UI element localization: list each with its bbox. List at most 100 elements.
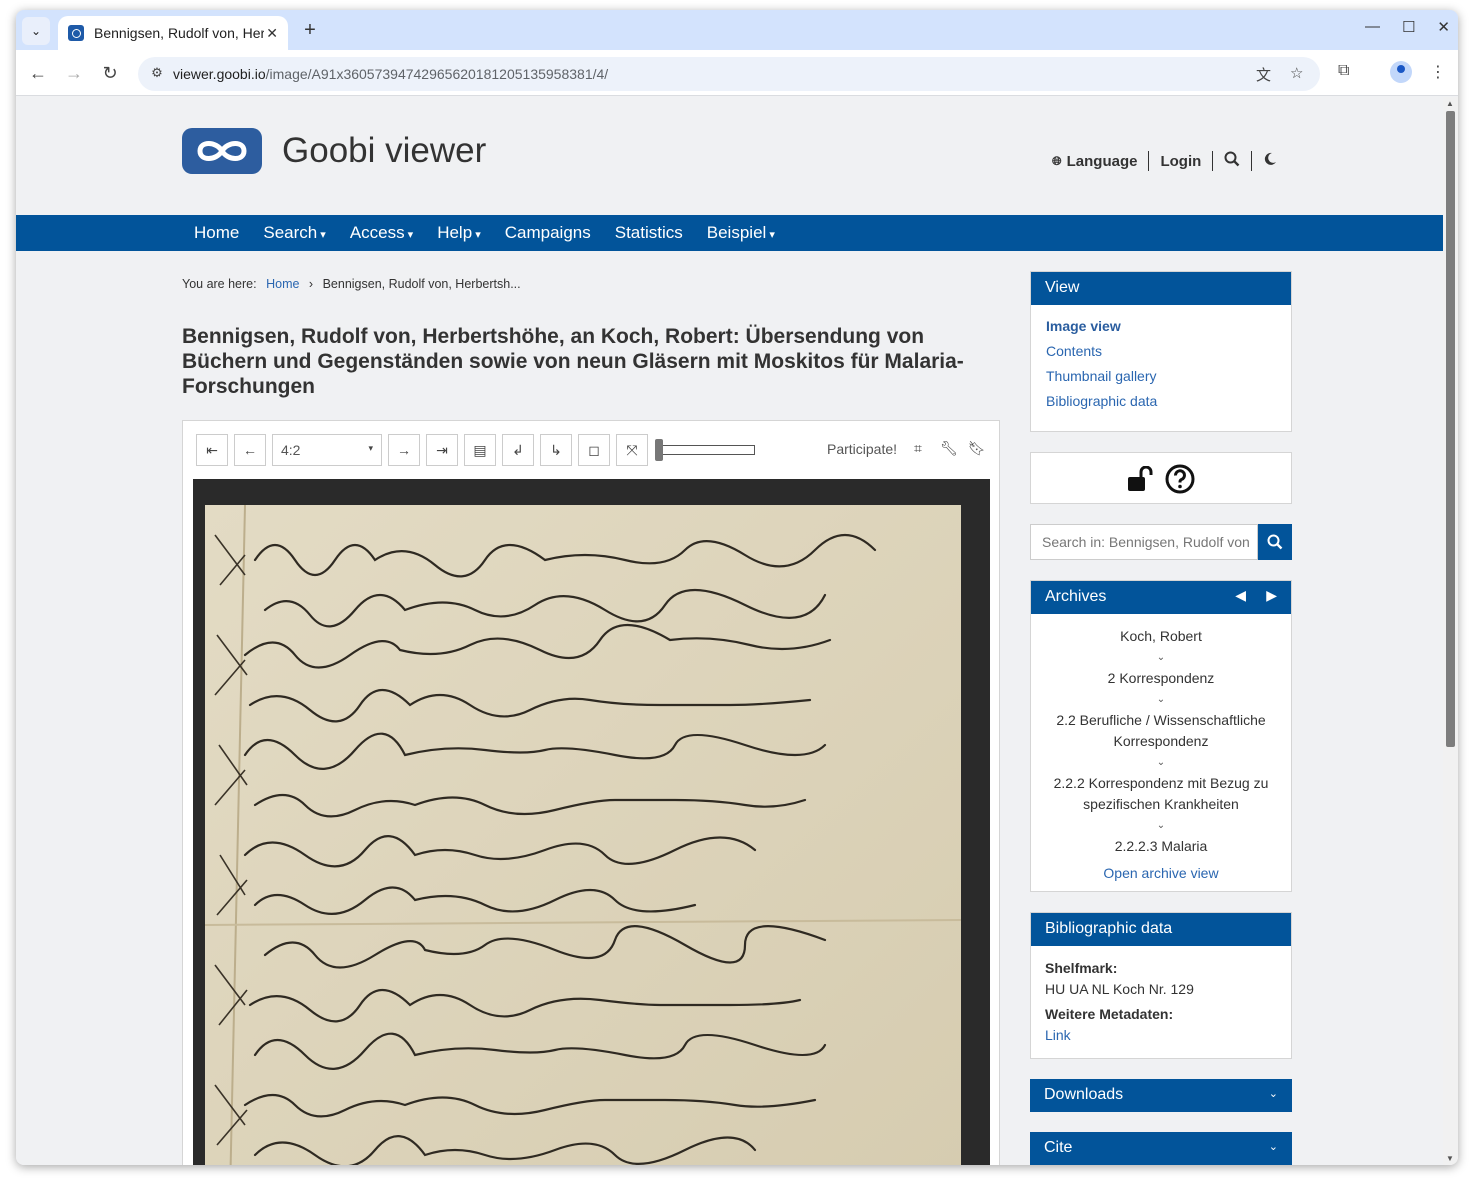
forward-icon[interactable]: → bbox=[62, 61, 86, 85]
chevron-down-icon: ⌄ bbox=[1268, 1141, 1278, 1153]
participate-link[interactable]: Participate! bbox=[827, 441, 897, 457]
browser-toolbar: ← → ↻ ⚙ viewer.goobi.io/image/A91x360573… bbox=[16, 50, 1458, 96]
downloads-header[interactable]: Downloads ⌄ bbox=[1030, 1079, 1292, 1112]
archive-node[interactable]: Koch, Robert bbox=[1041, 626, 1281, 647]
browser-window: ⌄ Bennigsen, Rudolf von, Herbertshöhe, a… bbox=[16, 10, 1458, 1165]
bibliographic-body: Shelfmark: HU UA NL Koch Nr. 129 Weitere… bbox=[1031, 946, 1291, 1058]
breadcrumb-home-link[interactable]: Home bbox=[266, 277, 299, 291]
language-link[interactable]: Language bbox=[1067, 153, 1138, 170]
nav-campaigns[interactable]: Campaigns bbox=[505, 223, 591, 243]
scroll-up-icon[interactable]: ▲ bbox=[1446, 99, 1454, 108]
cite-widget[interactable]: Cite ⌄ bbox=[1030, 1132, 1292, 1165]
downloads-widget[interactable]: Downloads ⌄ bbox=[1030, 1079, 1292, 1112]
bibliographic-widget-title: Bibliographic data bbox=[1031, 913, 1291, 946]
scrollbar-thumb[interactable] bbox=[1446, 111, 1455, 747]
chevron-down-icon: ⌄ bbox=[1156, 820, 1166, 831]
nav-statistics[interactable]: Statistics bbox=[615, 223, 683, 243]
archive-node[interactable]: 2.2.2.3 Malaria bbox=[1041, 836, 1281, 857]
breadcrumb: You are here: Home › Bennigsen, Rudolf v… bbox=[182, 277, 527, 291]
back-icon[interactable]: ← bbox=[26, 61, 50, 85]
search-submit-button[interactable] bbox=[1258, 524, 1292, 560]
archive-node[interactable]: 2.2.2 Korrespondenz mit Bezug zu spezifi… bbox=[1041, 773, 1281, 815]
page-scan-image[interactable] bbox=[193, 479, 990, 1165]
extensions-icon[interactable]: ⧉ bbox=[1338, 62, 1349, 80]
nav-help[interactable]: Help bbox=[437, 223, 481, 243]
url-text[interactable]: viewer.goobi.io/image/A91x36057394742965… bbox=[173, 66, 608, 82]
nav-search[interactable]: Search bbox=[263, 223, 325, 243]
site-logo-text[interactable]: Goobi viewer bbox=[282, 131, 486, 171]
first-page-icon[interactable]: ⇤ bbox=[196, 434, 228, 466]
search-in-document-input[interactable]: Search in: Bennigsen, Rudolf von bbox=[1030, 524, 1258, 560]
crop-icon[interactable]: ⌗ bbox=[914, 440, 922, 457]
breadcrumb-separator: › bbox=[308, 277, 314, 291]
archives-widget-header: Archives ◀ ▶ bbox=[1031, 581, 1291, 614]
zoom-slider-handle[interactable] bbox=[655, 439, 663, 461]
window-controls: — ☐ ✕ bbox=[1365, 18, 1450, 36]
search-icon[interactable] bbox=[1224, 151, 1240, 171]
maximize-button[interactable]: ☐ bbox=[1402, 18, 1415, 36]
scroll-down-icon[interactable]: ▼ bbox=[1446, 1154, 1454, 1163]
nav-beispiel[interactable]: Beispiel bbox=[707, 223, 775, 243]
site-info-icon[interactable]: ⚙ bbox=[148, 65, 166, 83]
close-window-button[interactable]: ✕ bbox=[1437, 18, 1450, 36]
page-select[interactable]: 4:2 bbox=[272, 434, 382, 466]
divider bbox=[1251, 151, 1253, 171]
new-tab-button[interactable]: + bbox=[298, 19, 322, 42]
previous-archive-icon[interactable]: ◀ bbox=[1235, 587, 1246, 604]
view-widget: View Image view Contents Thumbnail galle… bbox=[1030, 271, 1292, 432]
wrench-icon[interactable]: 🔧︎ bbox=[940, 440, 958, 457]
tab-search-button[interactable]: ⌄ bbox=[22, 17, 50, 45]
cite-title: Cite bbox=[1044, 1139, 1073, 1156]
header-links: 🌐︎ Language Login bbox=[1052, 151, 1277, 171]
reset-view-icon[interactable]: ◻ bbox=[578, 434, 610, 466]
archive-node[interactable]: 2 Korrespondenz bbox=[1041, 668, 1281, 689]
archive-hierarchy: Koch, Robert ⌄ 2 Korrespondenz ⌄ 2.2 Ber… bbox=[1031, 614, 1291, 894]
question-mark-icon[interactable] bbox=[1165, 464, 1195, 494]
rotate-right-icon[interactable]: ↳ bbox=[540, 434, 572, 466]
bibliographic-data-link[interactable]: Bibliographic data bbox=[1046, 393, 1276, 409]
fullscreen-icon[interactable]: ⤧ bbox=[616, 434, 648, 466]
divider bbox=[1212, 151, 1214, 171]
cite-header[interactable]: Cite ⌄ bbox=[1030, 1132, 1292, 1165]
address-bar[interactable]: ⚙ viewer.goobi.io/image/A91x360573947429… bbox=[138, 57, 1320, 91]
bookmark-icon[interactable]: 🔖︎ bbox=[968, 440, 986, 457]
browser-menu-icon[interactable]: ⋮ bbox=[1430, 62, 1446, 82]
reload-icon[interactable]: ↻ bbox=[98, 61, 122, 85]
bookmark-star-icon[interactable]: ☆ bbox=[1290, 64, 1303, 82]
image-view-link[interactable]: Image view bbox=[1046, 318, 1276, 334]
archive-node[interactable]: 2.2 Berufliche / Wissenschaftliche Korre… bbox=[1041, 710, 1281, 752]
login-link[interactable]: Login bbox=[1160, 153, 1201, 170]
contents-link[interactable]: Contents bbox=[1046, 343, 1276, 359]
unlocked-padlock-icon bbox=[1128, 466, 1153, 491]
minimize-button[interactable]: — bbox=[1365, 18, 1380, 36]
open-archive-view-link[interactable]: Open archive view bbox=[1041, 863, 1281, 884]
thumbnail-gallery-link[interactable]: Thumbnail gallery bbox=[1046, 368, 1276, 384]
shelfmark-label: Shelfmark: bbox=[1045, 960, 1118, 976]
nav-access[interactable]: Access bbox=[350, 223, 413, 243]
browser-tab[interactable]: Bennigsen, Rudolf von, Herbertshöhe, an … bbox=[58, 16, 288, 50]
last-page-icon[interactable]: ⇥ bbox=[426, 434, 458, 466]
full-text-icon[interactable]: ▤ bbox=[464, 434, 496, 466]
chevron-down-icon: ⌄ bbox=[1156, 652, 1166, 663]
dark-mode-moon-icon[interactable] bbox=[1263, 152, 1277, 170]
profile-avatar-icon[interactable] bbox=[1390, 61, 1412, 83]
previous-page-icon[interactable]: ← bbox=[234, 434, 266, 466]
close-tab-icon[interactable]: ✕ bbox=[266, 25, 278, 42]
view-widget-title: View bbox=[1031, 272, 1291, 305]
access-rights-widget bbox=[1030, 452, 1292, 504]
breadcrumb-current: Bennigsen, Rudolf von, Herbertsh... bbox=[322, 277, 521, 291]
next-page-icon[interactable]: → bbox=[388, 434, 420, 466]
chevron-down-icon: ⌄ bbox=[1268, 1088, 1278, 1100]
divider bbox=[1148, 151, 1150, 171]
more-metadata-link[interactable]: Link bbox=[1045, 1025, 1277, 1046]
archives-widget-title: Archives bbox=[1045, 588, 1107, 605]
page-scrollbar[interactable]: ▲ ▼ bbox=[1443, 97, 1458, 1165]
next-archive-icon[interactable]: ▶ bbox=[1266, 587, 1277, 604]
goobi-logo-icon[interactable] bbox=[182, 128, 262, 174]
nav-home[interactable]: Home bbox=[194, 223, 239, 243]
downloads-title: Downloads bbox=[1044, 1086, 1124, 1103]
translate-icon[interactable]: ⽂ bbox=[1256, 64, 1271, 85]
main-navbar: Home Search Access Help Campaigns Statis… bbox=[16, 215, 1443, 251]
zoom-slider[interactable] bbox=[659, 445, 755, 455]
rotate-left-icon[interactable]: ↲ bbox=[502, 434, 534, 466]
